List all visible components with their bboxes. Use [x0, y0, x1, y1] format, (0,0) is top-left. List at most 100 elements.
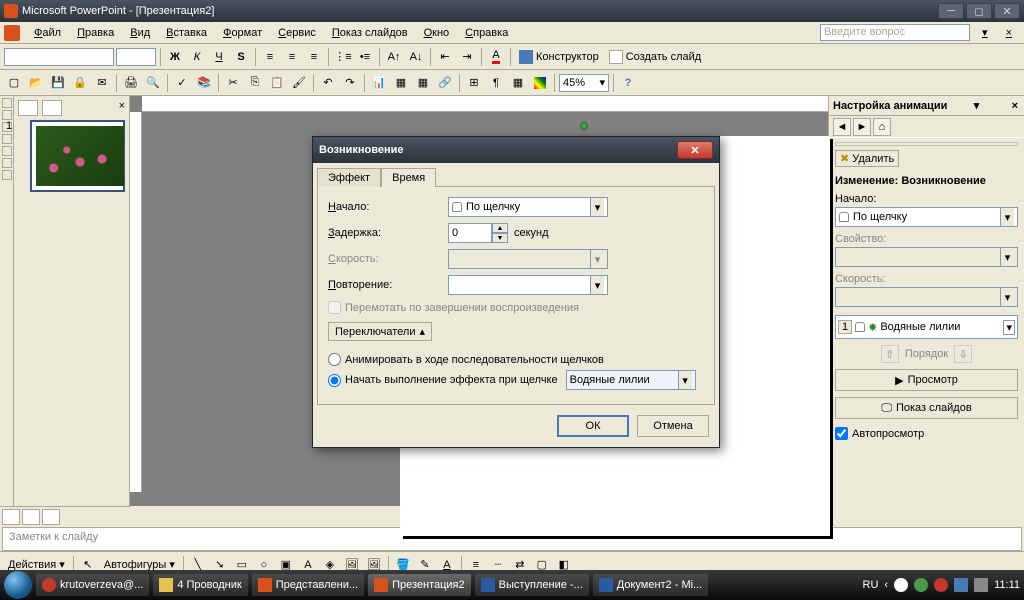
show-formatting-button[interactable]: ¶ — [486, 73, 506, 93]
taskpane-back-button[interactable]: ◄ — [833, 118, 851, 136]
dialog-close-button[interactable]: ✕ — [677, 141, 713, 159]
menu-slideshow[interactable]: Показ слайдов — [324, 25, 416, 41]
italic-button[interactable]: К — [187, 47, 207, 67]
help-search-input[interactable]: Введите вопрос — [820, 24, 970, 41]
decrease-font-button[interactable]: A↓ — [406, 47, 426, 67]
animation-marker-icon[interactable] — [580, 122, 588, 130]
slideshow-view-button[interactable] — [42, 509, 60, 525]
outline-btn-1[interactable] — [2, 98, 12, 108]
repeat-select[interactable]: ▾ — [448, 275, 608, 295]
delay-input[interactable] — [448, 223, 492, 243]
minimize-button[interactable]: ─ — [938, 3, 964, 19]
move-down-button[interactable]: ⇩ — [954, 345, 972, 363]
taskbar-item[interactable]: Представлени... — [252, 574, 364, 596]
menu-edit[interactable]: Правка — [69, 25, 122, 41]
language-indicator[interactable]: RU — [863, 579, 879, 591]
permission-button[interactable]: 🔒 — [70, 73, 90, 93]
tray-icon[interactable] — [914, 578, 928, 592]
format-painter-button[interactable]: 🖌 — [289, 73, 309, 93]
close-button[interactable]: ✕ — [994, 3, 1020, 19]
animation-list-item[interactable]: 1 ✸ Водяные лилии ▾ — [835, 315, 1018, 339]
tray-icon[interactable] — [954, 578, 968, 592]
autopreview-checkbox[interactable] — [835, 427, 848, 440]
expand-button[interactable]: ⊞ — [464, 73, 484, 93]
menu-insert[interactable]: Вставка — [158, 25, 215, 41]
mdi-close-icon[interactable]: × — [998, 25, 1020, 41]
hyperlink-button[interactable]: 🔗 — [435, 73, 455, 93]
spelling-button[interactable]: ✓ — [172, 73, 192, 93]
move-up-button[interactable]: ⇧ — [881, 345, 899, 363]
spinner-down[interactable]: ▼ — [492, 233, 508, 243]
tray-expand-icon[interactable]: ‹ — [884, 579, 888, 591]
tab-effect[interactable]: Эффект — [317, 168, 381, 187]
align-right-button[interactable]: ≡ — [304, 47, 324, 67]
bold-button[interactable]: Ж — [165, 47, 185, 67]
font-size-select[interactable] — [116, 48, 156, 66]
taskpane-dropdown-icon[interactable]: ▾ — [974, 99, 980, 112]
outline-btn-2[interactable] — [2, 110, 12, 120]
color-button[interactable] — [530, 73, 550, 93]
email-button[interactable]: ✉ — [92, 73, 112, 93]
sorter-view-button[interactable] — [22, 509, 40, 525]
undo-button[interactable]: ↶ — [318, 73, 338, 93]
trigger-object-select[interactable]: Водяные лилии▾ — [566, 370, 696, 390]
tray-icon[interactable] — [894, 578, 908, 592]
paste-button[interactable]: 📋 — [267, 73, 287, 93]
grid-button[interactable]: ▦ — [508, 73, 528, 93]
anim-item-dropdown[interactable]: ▾ — [1003, 320, 1015, 335]
start-select[interactable]: По щелчку▾ — [448, 197, 608, 217]
taskbar-item[interactable]: Документ2 - Mi... — [593, 574, 708, 596]
shadow-button[interactable]: S — [231, 47, 251, 67]
slides-tab[interactable] — [42, 100, 62, 116]
cut-button[interactable]: ✂ — [223, 73, 243, 93]
slideshow-button[interactable]: 🖵 Показ слайдов — [835, 397, 1018, 419]
trigger-sequence-radio[interactable] — [328, 353, 341, 366]
bullets-button[interactable]: •≡ — [355, 47, 375, 67]
chart-button[interactable]: 📊 — [369, 73, 389, 93]
help-button[interactable]: ? — [618, 73, 638, 93]
align-center-button[interactable]: ≡ — [282, 47, 302, 67]
taskbar-item-active[interactable]: Презентация2 — [368, 574, 471, 596]
taskbar-item[interactable]: 4 Проводник — [153, 574, 247, 596]
font-family-select[interactable] — [4, 48, 114, 66]
ok-button[interactable]: ОК — [557, 415, 629, 437]
increase-indent-button[interactable]: ⇥ — [457, 47, 477, 67]
save-button[interactable]: 💾 — [48, 73, 68, 93]
tray-icon[interactable] — [974, 578, 988, 592]
menu-help[interactable]: Справка — [457, 25, 516, 41]
new-button[interactable]: ▢ — [4, 73, 24, 93]
open-button[interactable]: 📂 — [26, 73, 46, 93]
panel-close-icon[interactable]: × — [119, 100, 125, 116]
font-color-button[interactable]: A — [486, 47, 506, 67]
taskpane-home-button[interactable]: ⌂ — [873, 118, 891, 136]
tray-icon[interactable] — [934, 578, 948, 592]
taskbar-item[interactable]: Выступление -... — [475, 574, 589, 596]
outline-btn-4[interactable] — [2, 134, 12, 144]
menu-view[interactable]: Вид — [122, 25, 158, 41]
copy-button[interactable]: ⎘ — [245, 73, 265, 93]
align-left-button[interactable]: ≡ — [260, 47, 280, 67]
maximize-button[interactable]: ◻ — [966, 3, 992, 19]
normal-view-button[interactable] — [2, 509, 20, 525]
menu-window[interactable]: Окно — [416, 25, 458, 41]
print-button[interactable]: 🖨 — [121, 73, 141, 93]
document-icon[interactable] — [4, 25, 20, 41]
menu-tools[interactable]: Сервис — [270, 25, 324, 41]
outline-btn-5[interactable] — [2, 146, 12, 156]
taskpane-close-icon[interactable]: × — [1010, 100, 1020, 112]
taskbar-item[interactable]: krutoverzeva@... — [36, 574, 149, 596]
triggers-toggle[interactable]: Переключатели ▴ — [328, 322, 432, 341]
menu-file[interactable]: Файл — [26, 25, 69, 41]
remove-effect-button[interactable]: ✖Удалить — [835, 150, 899, 167]
clock[interactable]: 11:11 — [994, 579, 1020, 591]
spinner-up[interactable]: ▲ — [492, 223, 508, 233]
research-button[interactable]: 📚 — [194, 73, 214, 93]
delay-spinner[interactable]: ▲▼ — [448, 223, 508, 243]
menu-dropdown-icon[interactable]: ▾ — [974, 24, 996, 41]
designer-button[interactable]: Конструктор — [515, 47, 603, 67]
cancel-button[interactable]: Отмена — [637, 415, 709, 437]
trigger-click-radio[interactable] — [328, 374, 341, 387]
outline-tab[interactable] — [18, 100, 38, 116]
redo-button[interactable]: ↷ — [340, 73, 360, 93]
increase-font-button[interactable]: A↑ — [384, 47, 404, 67]
